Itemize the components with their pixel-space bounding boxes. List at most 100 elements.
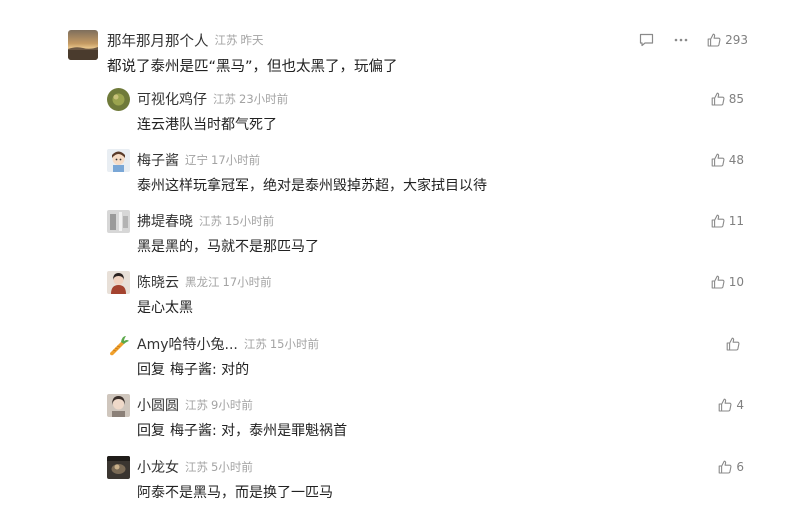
thumbs-up-icon [719,398,732,412]
reply-time: 15小时前 [269,337,319,351]
reply-prefix: 回复 [137,423,165,439]
reply-meta: 黑龙江 17小时前 [185,274,272,290]
reply-text: 阿泰不是黑马，而是换了一匹马 [137,485,333,501]
main-comment-actions: 293 [639,30,748,50]
main-comment-username[interactable]: 那年那月那个人 [107,30,209,51]
like-count: 10 [728,275,744,289]
thumbs-up-icon [707,33,721,47]
reply-header: 梅子酱 辽宁 17小时前 [137,150,260,170]
reply-time: 17小时前 [222,275,272,289]
reply-item: Amy哈特小兔... 江苏 15小时前 回复 梅子酱: 对的 [107,333,744,383]
like-count: 48 [728,153,744,167]
reply-header: Amy哈特小兔... 江苏 15小时前 [137,334,319,354]
main-comment-header: 那年那月那个人 江苏 昨天 [107,30,264,50]
like-button[interactable]: 4 [718,395,744,415]
reply-location: 江苏 [243,337,267,351]
sunset-landscape-avatar-icon [68,30,98,60]
avatar-carrot-icon [110,336,129,356]
main-comment-meta: 江苏 昨天 [215,32,264,48]
reply-header: 可视化鸡仔 江苏 23小时前 [137,89,288,109]
reply-target-user[interactable]: 梅子酱 [170,362,212,378]
reply-meta: 江苏 15小时前 [199,213,274,229]
reply-target-user[interactable]: 梅子酱 [170,423,212,439]
reply-item: 梅子酱 辽宁 17小时前 泰州这样玩拿冠军，绝对是泰州毁掉苏超，大家拭目以待 48 [107,149,744,199]
avatar[interactable] [107,394,130,417]
reply-item: 小圆圆 江苏 9小时前 回复 梅子酱: 对，泰州是罪魁祸首 4 [107,394,744,444]
avatar-green-circle-icon [107,88,130,111]
like-count: 293 [725,33,748,47]
more-dots-icon [674,38,688,42]
reply-text: 泰州这样玩拿冠军，绝对是泰州毁掉苏超，大家拭目以待 [137,178,487,194]
reply-username[interactable]: 可视化鸡仔 [137,89,207,109]
reply-text: 连云港队当时都气死了 [137,117,277,133]
reply-item: 陈晓云 黑龙江 17小时前 是心太黑 10 [107,271,744,321]
reply-location: 辽宁 [185,153,208,167]
like-button[interactable]: 48 [711,150,744,170]
reply-button[interactable] [639,33,654,47]
reply-time: 5小时前 [211,460,253,474]
main-comment-location: 江苏 [214,33,238,47]
main-comment-time: 昨天 [240,33,264,47]
reply-header: 拂堤春晓 江苏 15小时前 [137,211,274,231]
reply-meta: 江苏 9小时前 [185,397,253,413]
reply-username[interactable]: 小圆圆 [137,395,179,415]
reply-body: 对的 [216,362,250,378]
reply-header: 陈晓云 黑龙江 17小时前 [137,272,272,292]
reply-location: 江苏 [213,92,236,106]
thumbs-up-icon [711,153,725,167]
reply-time: 9小时前 [211,398,253,412]
reply-username[interactable]: Amy哈特小兔... [137,334,238,354]
comment-icon [639,33,654,47]
like-button[interactable]: 293 [707,33,748,47]
avatar[interactable] [107,456,130,479]
reply-text: 回复 梅子酱: 对的 [137,359,249,379]
reply-username[interactable]: 拂堤春晓 [137,211,193,231]
thumbs-up-icon [711,275,725,289]
reply-item: 小龙女 江苏 5小时前 阿泰不是黑马，而是换了一匹马 6 [107,456,744,506]
reply-body: 对，泰州是罪魁祸首 [216,423,348,439]
thumbs-up-icon [726,337,740,351]
like-button[interactable] [726,334,744,354]
avatar[interactable] [107,333,130,356]
reply-text: 回复 梅子酱: 对，泰州是罪魁祸首 [137,420,347,440]
reply-location: 江苏 [199,214,222,228]
main-comment-text: 都说了泰州是匹“黑马”，但也太黑了，玩偏了 [107,59,398,75]
reply-header: 小圆圆 江苏 9小时前 [137,395,253,415]
like-button[interactable]: 6 [718,457,744,477]
like-button[interactable]: 10 [711,272,744,292]
avatar-girl-photo-icon [107,394,130,417]
avatar[interactable] [107,149,130,172]
reply-time: 23小时前 [239,92,289,106]
like-count: 6 [736,460,744,474]
reply-header: 小龙女 江苏 5小时前 [137,457,253,477]
like-button[interactable]: 85 [711,89,744,109]
reply-username[interactable]: 小龙女 [137,457,179,477]
reply-item: 拂堤春晓 江苏 15小时前 黑是黑的，马就不是那匹马了 11 [107,210,744,260]
thumbs-up-icon [711,92,725,106]
reply-meta: 江苏 5小时前 [185,459,253,475]
thumbs-up-icon [711,214,725,228]
reply-text: 是心太黑 [137,300,193,316]
reply-username[interactable]: 梅子酱 [137,150,179,170]
like-count: 11 [728,214,744,228]
reply-meta: 江苏 15小时前 [244,336,319,352]
reply-username[interactable]: 陈晓云 [137,272,179,292]
more-button[interactable] [674,38,688,42]
reply-location: 黑龙江 [185,275,220,289]
avatar[interactable] [107,271,130,294]
avatar-dark-photo-icon [107,456,130,479]
avatar-grey-figure-icon [107,210,130,233]
avatar-cartoon-girl-icon [107,149,130,172]
reply-location: 江苏 [185,460,208,474]
avatar[interactable] [107,210,130,233]
like-count: 85 [728,92,744,106]
like-button[interactable]: 11 [711,211,744,231]
avatar[interactable] [107,88,130,111]
reply-time: 17小时前 [211,153,261,167]
avatar[interactable] [68,30,98,60]
reply-meta: 江苏 23小时前 [213,91,288,107]
reply-item: 可视化鸡仔 江苏 23小时前 连云港队当时都气死了 85 [107,88,744,138]
reply-meta: 辽宁 17小时前 [185,152,260,168]
reply-text: 黑是黑的，马就不是那匹马了 [137,239,319,255]
like-count: 4 [736,398,744,412]
